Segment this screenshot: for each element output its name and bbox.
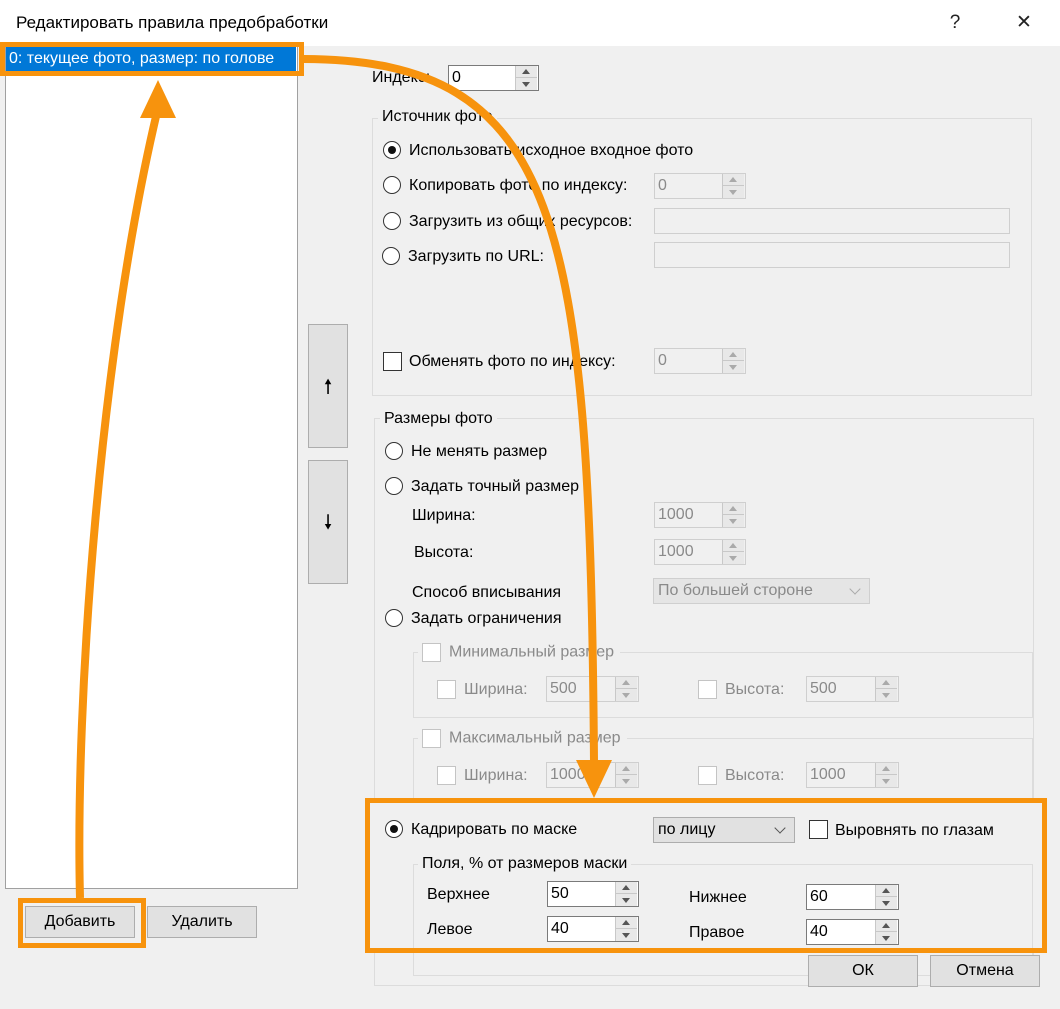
arrow-up-to-list	[75, 107, 162, 899]
arrow-head-up	[140, 80, 176, 118]
arrow-head-down	[576, 760, 612, 798]
annotation-arrows	[75, 55, 612, 899]
arrow-down-to-crop	[303, 55, 598, 763]
